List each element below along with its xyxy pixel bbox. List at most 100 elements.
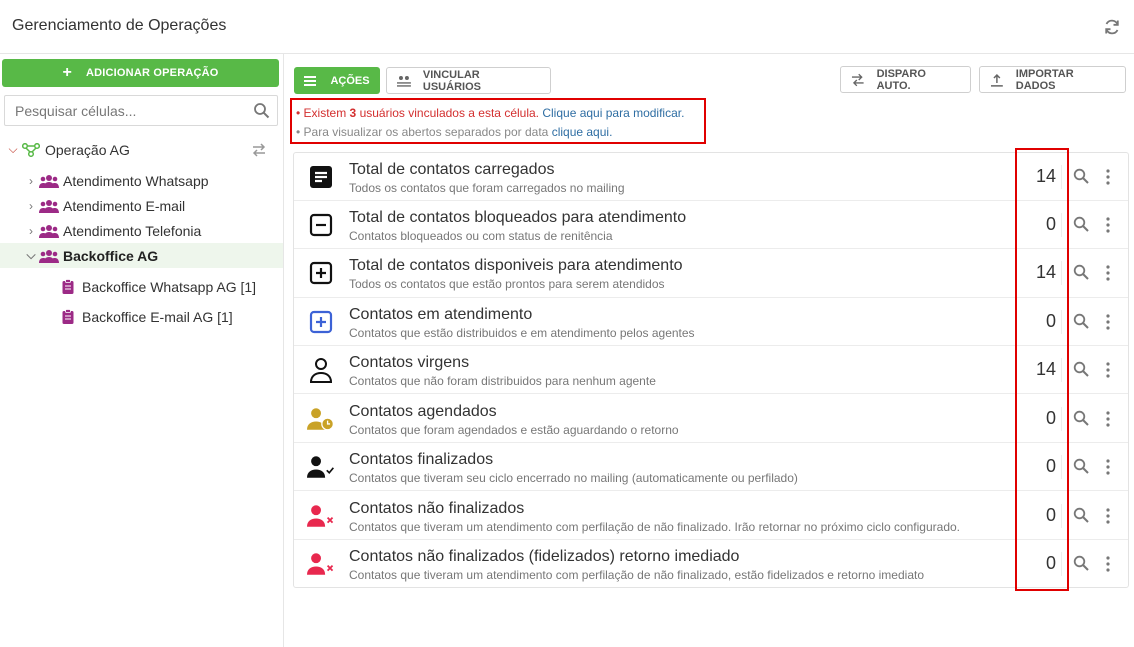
chevron-down-icon[interactable]: ⌵	[24, 248, 38, 263]
more-vert-icon[interactable]	[1102, 409, 1114, 429]
cell-search	[4, 95, 278, 126]
chevron-down-icon[interactable]: ⌵	[6, 142, 20, 157]
list-item: Total de contatos carregados Todos os co…	[294, 153, 1128, 201]
user-x-icon	[307, 550, 335, 578]
group-icon	[38, 197, 60, 215]
tree-item-label: Atendimento Whatsapp	[63, 172, 209, 189]
item-title: Contatos virgens	[349, 354, 470, 371]
tree-item-backoffice-email[interactable]: Backoffice E-mail AG [1]	[57, 304, 233, 329]
item-title: Contatos finalizados	[349, 451, 494, 468]
group-icon	[38, 172, 60, 190]
item-description: Contatos que tiveram um atendimento com …	[349, 520, 960, 534]
item-title: Contatos não finalizados	[349, 500, 525, 517]
list-item: Total de contatos bloqueados para atendi…	[294, 201, 1128, 249]
list-item: Total de contatos disponiveis para atend…	[294, 249, 1128, 298]
chevron-right-icon[interactable]: ›	[24, 199, 38, 213]
users-list-icon	[397, 75, 411, 87]
search-icon[interactable]	[253, 102, 270, 119]
chevron-right-icon[interactable]: ›	[24, 174, 38, 188]
user-check-icon	[307, 453, 335, 481]
linked-users-notice: • Existem 3 usuários vinculados a esta c…	[290, 98, 706, 144]
values-highlight-box	[1015, 148, 1069, 591]
item-title: Total de contatos carregados	[349, 161, 555, 178]
tree-item-label: Backoffice AG	[63, 247, 159, 264]
modify-link[interactable]: Clique aqui para modificar.	[542, 106, 684, 120]
search-icon[interactable]	[1073, 410, 1089, 426]
menu-icon	[304, 75, 317, 86]
item-description: Contatos que não foram distribuidos para…	[349, 374, 656, 388]
list-box-icon	[307, 163, 335, 191]
list-item: Contatos em atendimento Contatos que est…	[294, 298, 1128, 346]
item-description: Contatos que foram agendados e estão agu…	[349, 423, 679, 437]
search-icon[interactable]	[1073, 361, 1089, 377]
refresh-icon[interactable]	[1102, 17, 1122, 37]
user-x-icon	[307, 502, 335, 530]
add-operation-button[interactable]: + ADICIONAR OPERAÇÃO	[2, 59, 279, 87]
tree-item-label: Backoffice Whatsapp AG [1]	[82, 278, 257, 295]
list-item: Contatos não finalizados Contatos que ti…	[294, 492, 1128, 540]
clipboard-icon	[57, 278, 79, 296]
list-item: Contatos virgens Contatos que não foram …	[294, 346, 1128, 394]
tree-item-atendimento-telefonia[interactable]: › Atendimento Telefonia	[24, 218, 201, 243]
actions-button[interactable]: AÇÕES	[294, 67, 380, 94]
list-item: Contatos agendados Contatos que foram ag…	[294, 395, 1128, 443]
item-description: Contatos bloqueados ou com status de ren…	[349, 229, 613, 243]
search-icon[interactable]	[1073, 264, 1089, 280]
more-vert-icon[interactable]	[1102, 506, 1114, 526]
item-description: Todos os contatos que estão prontos para…	[349, 277, 665, 291]
shuffle-icon	[851, 73, 864, 86]
add-operation-label: ADICIONAR OPERAÇÃO	[85, 67, 219, 79]
more-vert-icon[interactable]	[1102, 360, 1114, 380]
search-icon[interactable]	[1073, 555, 1089, 571]
tree-item-label: Backoffice E-mail AG [1]	[82, 308, 233, 325]
tree-item-label: Atendimento Telefonia	[63, 222, 202, 239]
item-title: Contatos agendados	[349, 403, 497, 420]
link-users-button[interactable]: VINCULAR USUÁRIOS	[386, 67, 551, 94]
search-icon[interactable]	[1073, 313, 1089, 329]
more-vert-icon[interactable]	[1102, 554, 1114, 574]
clipboard-icon	[57, 308, 79, 326]
plus-box-blue-icon	[307, 308, 335, 336]
top-bar: Gerenciamento de Operações	[0, 0, 1134, 54]
view-by-date-link[interactable]: clique aqui.	[552, 125, 613, 139]
cell-search-input[interactable]	[5, 96, 235, 125]
user-clock-icon	[307, 405, 335, 433]
search-icon[interactable]	[1073, 168, 1089, 184]
tree-item-backoffice-ag[interactable]: ⌵ Backoffice AG	[0, 243, 283, 268]
tree-item-operacao-ag[interactable]: ⌵ Operação AG	[6, 137, 129, 162]
item-title: Total de contatos disponiveis para atend…	[349, 257, 683, 274]
item-description: Contatos que estão distribuidos e em ate…	[349, 326, 695, 340]
search-icon[interactable]	[1073, 458, 1089, 474]
more-vert-icon[interactable]	[1102, 312, 1114, 332]
search-icon[interactable]	[1073, 216, 1089, 232]
plus-icon: +	[62, 64, 72, 81]
search-icon[interactable]	[1073, 507, 1089, 523]
item-title: Contatos em atendimento	[349, 306, 533, 323]
more-vert-icon[interactable]	[1102, 457, 1114, 477]
more-vert-icon[interactable]	[1102, 263, 1114, 283]
list-item: Contatos finalizados Contatos que tivera…	[294, 443, 1128, 491]
chevron-right-icon[interactable]: ›	[24, 224, 38, 238]
operation-network-icon	[20, 141, 42, 159]
item-description: Todos os contatos que foram carregados n…	[349, 181, 625, 195]
user-outline-icon	[307, 356, 335, 384]
list-item: Contatos não finalizados (fidelizados) r…	[294, 540, 1128, 588]
page-title: Gerenciamento de Operações	[12, 17, 227, 34]
item-title: Contatos não finalizados (fidelizados) r…	[349, 548, 740, 565]
tree-item-backoffice-whatsapp[interactable]: Backoffice Whatsapp AG [1]	[57, 274, 256, 299]
group-icon	[38, 222, 60, 240]
tree-item-label: Atendimento E-mail	[63, 197, 186, 214]
notice-line-2: • Para visualizar os abertos separados p…	[296, 125, 613, 139]
import-data-button[interactable]: IMPORTAR DADOS	[979, 66, 1126, 93]
tree-item-atendimento-whatsapp[interactable]: › Atendimento Whatsapp	[24, 168, 209, 193]
more-vert-icon[interactable]	[1102, 215, 1114, 235]
plus-box-icon	[307, 259, 335, 287]
link-users-label: VINCULAR USUÁRIOS	[422, 68, 481, 93]
sidebar: + ADICIONAR OPERAÇÃO ⌵ Operação AG › Ate…	[0, 54, 284, 647]
swap-icon[interactable]	[251, 142, 267, 158]
auto-dispatch-button[interactable]: DISPARO AUTO.	[840, 66, 971, 93]
more-vert-icon[interactable]	[1102, 167, 1114, 187]
item-description: Contatos que tiveram seu ciclo encerrado…	[349, 471, 798, 485]
contacts-summary-list: Total de contatos carregados Todos os co…	[293, 152, 1129, 588]
tree-item-atendimento-email[interactable]: › Atendimento E-mail	[24, 193, 185, 218]
